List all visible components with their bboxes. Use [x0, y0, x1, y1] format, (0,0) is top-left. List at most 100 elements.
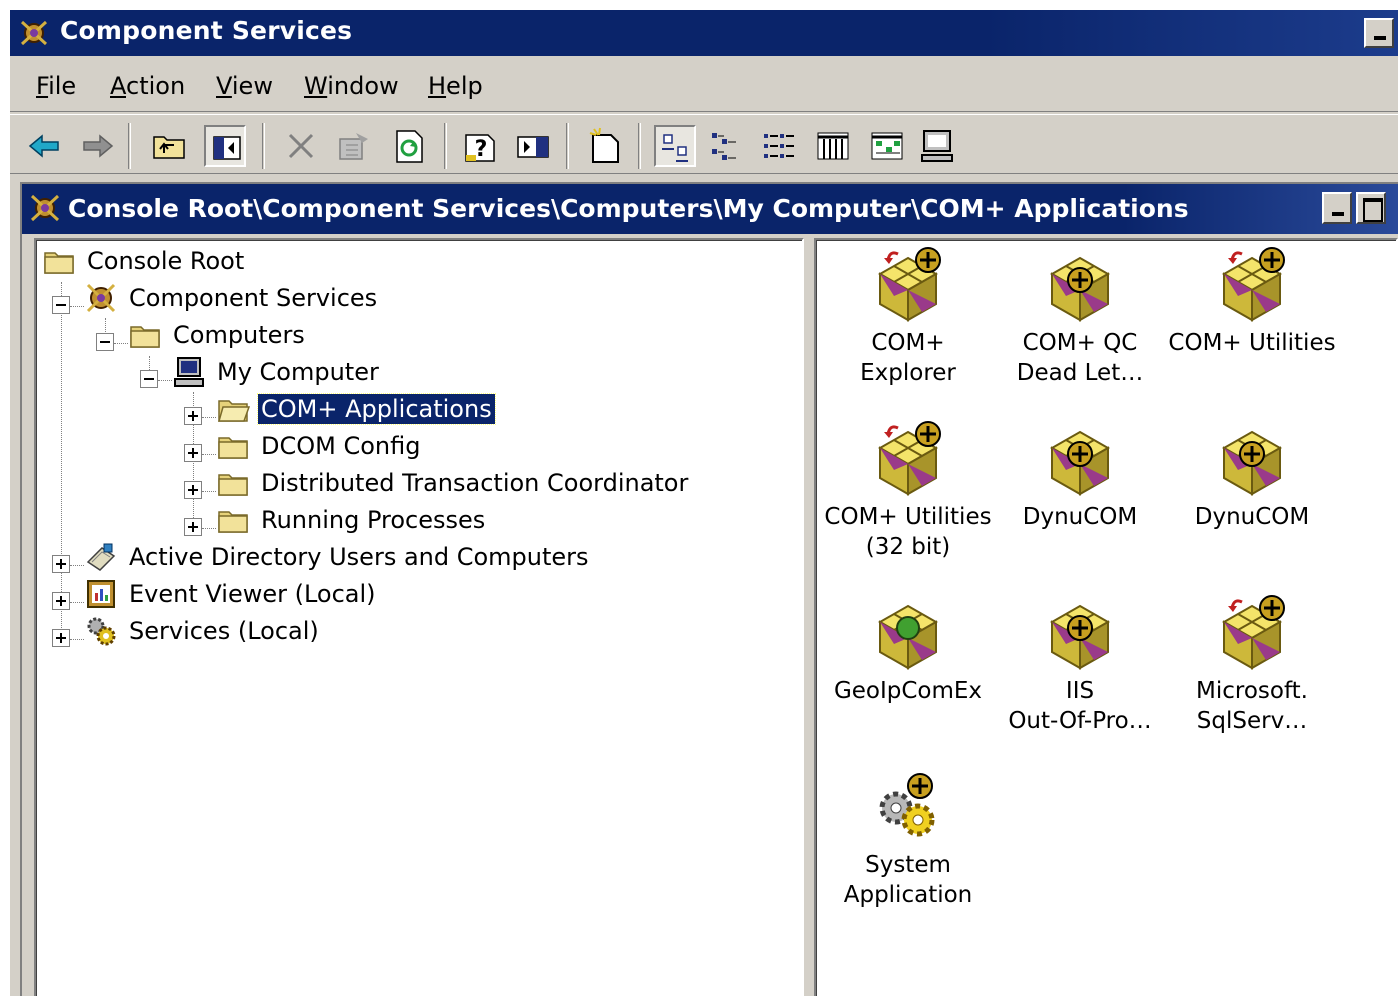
- app-item-microsoft-sqlserver[interactable]: Microsoft. SqlServ…: [1162, 588, 1342, 758]
- expand-toggle[interactable]: [184, 481, 202, 499]
- properties-button[interactable]: [332, 125, 374, 167]
- tree-connector: [70, 602, 84, 603]
- app-item-com-utilities[interactable]: COM+ Utilities: [1162, 240, 1342, 410]
- child-maximize-button[interactable]: [1356, 192, 1386, 224]
- app-item-system-application[interactable]: System Application: [818, 762, 998, 932]
- tree-connector: [70, 565, 84, 566]
- folder-icon: [218, 474, 248, 496]
- folder-icon: [218, 437, 248, 459]
- app-item-iis-out-of-process[interactable]: IIS Out-Of-Pro…: [990, 588, 1170, 758]
- console-child-window: Console Root\Component Services\Computer…: [20, 182, 1398, 996]
- com-application-icon: [879, 420, 942, 495]
- small-icons-view-button[interactable]: [706, 125, 748, 167]
- toolbar: ?: [10, 114, 1398, 174]
- com-application-icon: [1051, 431, 1109, 495]
- open-folder-icon: [218, 400, 250, 422]
- refresh-icon: [396, 130, 423, 163]
- expand-toggle[interactable]: [184, 518, 202, 536]
- menu-help[interactable]: Help: [428, 72, 483, 100]
- system-application-gears-icon: [879, 772, 935, 837]
- app-item-com-utilities-32bit[interactable]: COM+ Utilities (32 bit): [818, 414, 998, 584]
- up-folder-icon: [153, 136, 185, 159]
- up-one-level-button[interactable]: [148, 125, 190, 167]
- tree-connector: [158, 380, 172, 381]
- active-directory-icon: [86, 543, 116, 571]
- list-view-button[interactable]: [758, 125, 800, 167]
- toolbar-separator: [262, 123, 265, 169]
- expand-toggle[interactable]: [184, 407, 202, 425]
- status-view-button[interactable]: [866, 125, 908, 167]
- collapse-toggle[interactable]: [140, 370, 158, 388]
- folder-icon: [44, 252, 74, 274]
- back-icon: [28, 134, 59, 158]
- component-services-window: Component Services File Action View Wind…: [8, 8, 1398, 996]
- svg-text:?: ?: [475, 137, 488, 162]
- tree-connector: [70, 639, 84, 640]
- services-gears-icon: [87, 617, 116, 646]
- new-window-button[interactable]: [584, 125, 626, 167]
- tree-connector: [70, 306, 84, 307]
- expand-toggle[interactable]: [52, 629, 70, 647]
- app-item-com-explorer[interactable]: COM+ Explorer: [818, 240, 998, 410]
- toolbar-separator: [444, 123, 447, 169]
- large-icons-view-button[interactable]: [654, 125, 696, 167]
- app-item-dynucom[interactable]: DynuCOM: [990, 414, 1170, 584]
- app-item-geoipcomex[interactable]: GeoIpComEx: [818, 588, 998, 758]
- tree-connector: [202, 491, 216, 492]
- folder-icon: [130, 326, 160, 348]
- computer-icon: [921, 130, 953, 162]
- show-hide-tree-icon: [213, 136, 241, 160]
- delete-icon: [288, 133, 314, 159]
- child-minimize-button[interactable]: [1322, 192, 1352, 224]
- expand-toggle[interactable]: [52, 555, 70, 573]
- result-pane[interactable]: COM+ Explorer COM+ QC Dead Let… COM+ Uti…: [814, 238, 1398, 996]
- app-item-dynucom[interactable]: DynuCOM: [1162, 414, 1342, 584]
- com-application-icon: [879, 246, 942, 321]
- refresh-button[interactable]: [388, 125, 430, 167]
- detail-view-icon: [817, 132, 849, 160]
- menu-view[interactable]: View: [216, 72, 273, 100]
- detail-view-button[interactable]: [812, 125, 854, 167]
- toolbar-separator: [128, 123, 131, 169]
- menu-action[interactable]: Action: [110, 72, 185, 100]
- forward-icon: [83, 134, 114, 158]
- show-hide-action-pane-button[interactable]: [512, 125, 554, 167]
- toolbar-separator: [566, 123, 569, 169]
- tree-connector: [202, 417, 216, 418]
- menu-window[interactable]: Window: [304, 72, 399, 100]
- title-bar[interactable]: Component Services: [10, 10, 1398, 56]
- com-application-icon: [1223, 594, 1286, 669]
- com-application-icon: [1223, 431, 1281, 495]
- list-view-icon: [764, 134, 794, 158]
- back-button[interactable]: [24, 125, 66, 167]
- tree-connector: [202, 454, 216, 455]
- new-window-icon: [589, 127, 619, 163]
- show-hide-action-pane-icon: [517, 136, 549, 158]
- show-hide-tree-button[interactable]: [204, 125, 246, 167]
- expand-toggle[interactable]: [184, 444, 202, 462]
- component-services-icon: [86, 283, 116, 313]
- collapse-toggle[interactable]: [96, 333, 114, 351]
- tree-connector: [114, 343, 128, 344]
- com-application-icon: [1051, 257, 1109, 321]
- small-icons-view-icon: [712, 133, 736, 160]
- app-item-com-qc-dead-letter[interactable]: COM+ QC Dead Let…: [990, 240, 1170, 410]
- tree-connector: [202, 528, 216, 529]
- delete-button[interactable]: [280, 125, 322, 167]
- tree-pane[interactable]: Console Root Component Services Computer…: [34, 238, 804, 996]
- help-button[interactable]: ?: [460, 125, 502, 167]
- com-application-icon: [1223, 246, 1286, 321]
- window-title: Component Services: [60, 16, 353, 45]
- large-icons-view-icon: [662, 134, 688, 162]
- collapse-toggle[interactable]: [52, 296, 70, 314]
- computer-button[interactable]: [916, 125, 958, 167]
- menu-file[interactable]: File: [36, 72, 76, 100]
- my-computer-icon: [174, 357, 204, 387]
- expand-toggle[interactable]: [52, 592, 70, 610]
- properties-icon: [339, 133, 368, 160]
- child-title-bar[interactable]: Console Root\Component Services\Computer…: [22, 184, 1398, 234]
- forward-button[interactable]: [76, 125, 118, 167]
- status-view-icon: [871, 132, 903, 160]
- minimize-button[interactable]: [1364, 18, 1394, 48]
- event-viewer-icon: [87, 580, 115, 608]
